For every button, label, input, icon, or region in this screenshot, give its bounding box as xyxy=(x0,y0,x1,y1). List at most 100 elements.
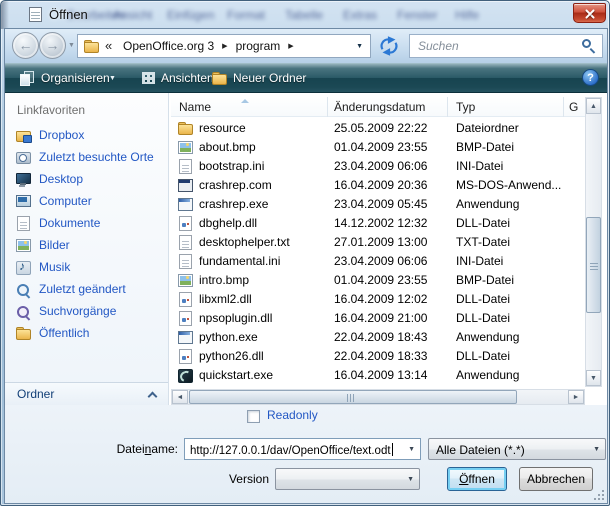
file-name: intro.bmp xyxy=(199,273,249,287)
sidebar-item-bilder[interactable]: Bilder xyxy=(5,235,168,257)
filetype-value: Alle Dateien (*.*) xyxy=(436,443,525,457)
search-icon xyxy=(582,39,591,48)
horizontal-scrollbar-thumb[interactable] xyxy=(189,390,517,404)
table-row[interactable]: dbghelp.dll14.12.2002 12:32DLL-Datei xyxy=(171,214,585,233)
column-header-size[interactable]: G xyxy=(564,97,585,117)
file-type: DLL-Datei xyxy=(456,311,510,325)
folders-expander[interactable]: Ordner xyxy=(5,382,168,405)
sidebar-item-zuletzt-geändert[interactable]: Zuletzt geändert xyxy=(5,279,168,301)
background-menu-item: Format xyxy=(227,8,265,22)
scroll-left-button[interactable] xyxy=(172,390,188,404)
glass-edge-shadow xyxy=(1,1,9,29)
back-arrow-icon xyxy=(13,37,38,53)
breadcrumb-separator-icon[interactable] xyxy=(219,42,230,50)
new-folder-icon xyxy=(211,70,227,86)
breadcrumb-item[interactable]: program xyxy=(231,39,286,53)
sidebar-item-suchvorgänge[interactable]: Suchvorgänge xyxy=(5,301,168,323)
scroll-up-button[interactable] xyxy=(586,98,601,114)
sidebar-item-computer[interactable]: Computer xyxy=(5,191,168,213)
file-date: 14.12.2002 12:32 xyxy=(334,216,427,230)
forward-button[interactable] xyxy=(39,32,66,59)
public-folder-icon xyxy=(15,325,31,341)
file-date: 16.04.2009 20:36 xyxy=(334,178,427,192)
nav-history-dropdown-icon[interactable] xyxy=(68,42,75,49)
readonly-checkbox[interactable] xyxy=(247,410,260,423)
cancel-button[interactable]: Abbrechen xyxy=(519,467,593,491)
horizontal-scrollbar[interactable] xyxy=(171,389,585,405)
sidebar-item-label: Zuletzt geändert xyxy=(39,282,126,296)
search-input[interactable]: Suchen xyxy=(409,34,603,58)
column-header-date[interactable]: Änderungsdatum xyxy=(328,97,448,117)
views-grid-icon xyxy=(141,70,157,86)
table-row[interactable]: quickstart.exe16.04.2009 13:14Anwendung xyxy=(171,366,585,385)
help-button[interactable]: ? xyxy=(582,69,599,86)
open-button[interactable]: Öffnen xyxy=(447,467,507,491)
sidebar-item-label: Dropbox xyxy=(39,128,84,142)
resize-grip[interactable] xyxy=(593,489,605,501)
file-type: TXT-Datei xyxy=(456,235,510,249)
table-row[interactable]: npsoplugin.dll16.04.2009 21:00DLL-Datei xyxy=(171,309,585,328)
table-row[interactable]: python26.dll22.04.2009 18:33DLL-Datei xyxy=(171,347,585,366)
table-row[interactable]: bootstrap.ini23.04.2009 06:06INI-Datei xyxy=(171,157,585,176)
breadcrumb-item[interactable]: OpenOffice.org 3 xyxy=(118,39,219,53)
dropbox-folder-icon xyxy=(15,127,31,143)
file-name: resource xyxy=(199,121,246,135)
sidebar-item-zuletzt-besuchte-orte[interactable]: Zuletzt besuchte Orte xyxy=(5,147,168,169)
sidebar-item-desktop[interactable]: Desktop xyxy=(5,169,168,191)
background-menu-item: Ansicht xyxy=(113,8,152,22)
chevron-down-icon[interactable] xyxy=(408,446,415,453)
file-name: python26.dll xyxy=(199,349,264,363)
filename-input[interactable]: http://127.0.0.1/dav/OpenOffice/text.odt xyxy=(184,438,421,460)
version-select[interactable] xyxy=(275,468,420,490)
sidebar-item-label: Öffentlich xyxy=(39,326,89,340)
back-button[interactable] xyxy=(12,32,39,59)
file-date: 23.04.2009 06:06 xyxy=(334,159,427,173)
vertical-scrollbar-thumb[interactable] xyxy=(586,217,601,313)
column-header-name[interactable]: Name xyxy=(171,97,328,117)
table-row[interactable]: intro.bmp01.04.2009 23:55BMP-Datei xyxy=(171,271,585,290)
close-button[interactable] xyxy=(573,3,606,23)
table-row[interactable]: crashrep.com16.04.2009 20:36MS-DOS-Anwen… xyxy=(171,176,585,195)
sidebar-item-dokumente[interactable]: Dokumente xyxy=(5,213,168,235)
pictures-icon xyxy=(15,237,31,253)
file-type: Anwendung xyxy=(456,197,519,211)
filetype-select[interactable]: Alle Dateien (*.*) xyxy=(428,438,606,460)
table-row[interactable]: python.exe22.04.2009 18:43Anwendung xyxy=(171,328,585,347)
desktop-icon xyxy=(15,171,31,187)
table-row[interactable]: resource25.05.2009 22:22Dateiordner xyxy=(171,119,585,138)
table-row[interactable]: desktophelper.txt27.01.2009 13:00TXT-Dat… xyxy=(171,233,585,252)
text-file-icon xyxy=(177,253,193,269)
file-type: Dateiordner xyxy=(456,121,519,135)
organize-label: Organisieren xyxy=(41,71,110,85)
title-bar[interactable]: BearbeitenAnsichtEinfügenFormatTabelleEx… xyxy=(1,1,609,29)
table-row[interactable]: about.bmp01.04.2009 23:55BMP-Datei xyxy=(171,138,585,157)
table-row[interactable]: libxml2.dll16.04.2009 12:02DLL-Datei xyxy=(171,290,585,309)
dll-file-icon xyxy=(177,348,193,364)
dll-file-icon xyxy=(177,215,193,231)
breadcrumb-overflow-icon[interactable] xyxy=(105,38,112,53)
file-name: bootstrap.ini xyxy=(199,159,264,173)
refresh-button[interactable] xyxy=(376,35,404,57)
sidebar-item-musik[interactable]: Musik xyxy=(5,257,168,279)
recently-changed-icon xyxy=(15,281,31,297)
scroll-down-button[interactable] xyxy=(586,370,601,386)
main-content: Linkfavoriten DropboxZuletzt besuchte Or… xyxy=(5,93,607,405)
file-type: DLL-Datei xyxy=(456,216,510,230)
breadcrumb-separator-icon[interactable] xyxy=(285,42,296,50)
sidebar-item-öffentlich[interactable]: Öffentlich xyxy=(5,323,168,345)
vertical-scrollbar[interactable] xyxy=(585,97,602,387)
scroll-right-button[interactable] xyxy=(568,390,584,404)
breadcrumb: OpenOffice.org 3 program xyxy=(118,35,297,57)
document-icon xyxy=(29,7,42,22)
msdos-app-icon xyxy=(177,177,193,193)
sidebar-item-dropbox[interactable]: Dropbox xyxy=(5,125,168,147)
help-icon: ? xyxy=(587,72,594,84)
search-placeholder: Suchen xyxy=(418,39,459,53)
breadcrumb-dropdown-icon[interactable] xyxy=(356,43,363,50)
column-header-type[interactable]: Typ xyxy=(448,97,564,117)
text-file-icon xyxy=(177,158,193,174)
breadcrumb-bar[interactable]: OpenOffice.org 3 program xyxy=(77,34,371,58)
table-row[interactable]: crashrep.exe23.04.2009 05:45Anwendung xyxy=(171,195,585,214)
dialog-client-area: OpenOffice.org 3 program Suchen Organisie… xyxy=(5,29,607,503)
table-row[interactable]: fundamental.ini23.04.2009 06:06INI-Datei xyxy=(171,252,585,271)
